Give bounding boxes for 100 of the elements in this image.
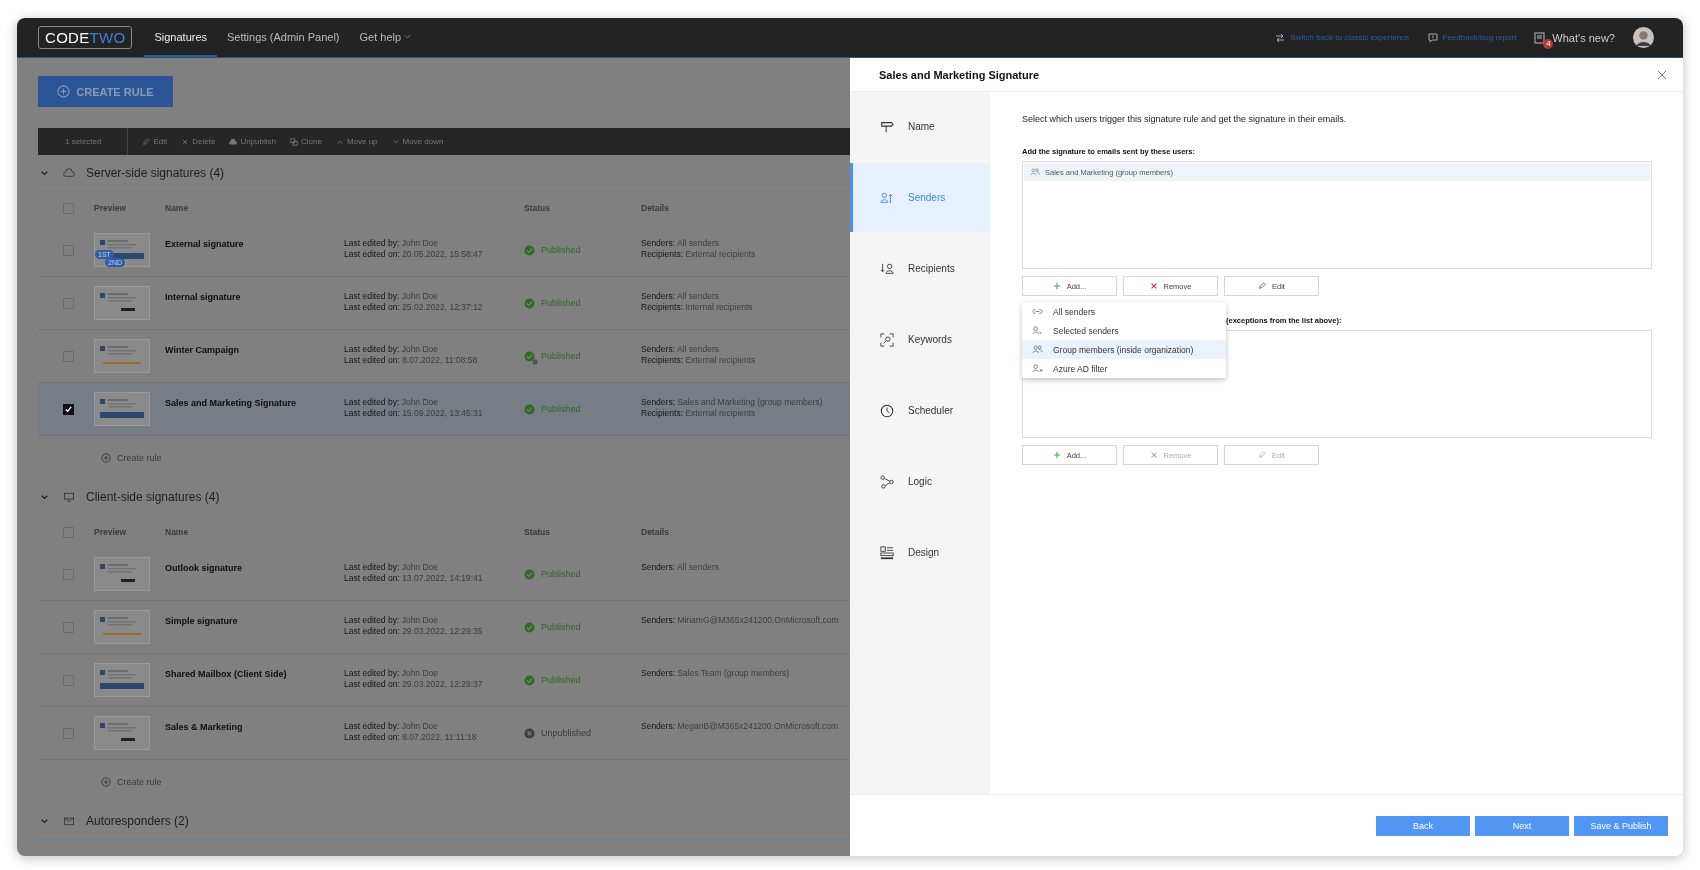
table-row[interactable]: Sales and Marketing Signature Last edited by: John Doe Last edited on: 15.09.2022, 13:45:31 Published Senders: Sales and Marketing (group members) Recipients: External recipients xyxy=(38,383,850,436)
feedback-icon xyxy=(1427,32,1438,43)
chevron-down-icon xyxy=(404,34,412,39)
footer-button[interactable]: Next xyxy=(1475,815,1569,836)
check-circle-icon xyxy=(524,297,535,309)
detail-text: Recipients: Internal recipients xyxy=(641,302,754,313)
status-text: Published xyxy=(541,298,581,308)
edited-by: Last edited by: John Doe xyxy=(344,562,440,573)
plus-circle-icon xyxy=(101,452,111,463)
column-header: Details xyxy=(641,527,670,537)
step-tab[interactable]: Senders xyxy=(850,163,990,232)
chevron-down-icon[interactable] xyxy=(40,816,49,826)
edited-on: Last edited on: 25.02.2022, 12:37:12 xyxy=(344,302,484,313)
user-icon xyxy=(1032,326,1043,335)
checkbox[interactable] xyxy=(62,403,74,415)
edited-on: Last edited on: 8.07.2022, 11:11:18 xyxy=(344,732,478,743)
group-icon xyxy=(1032,345,1043,354)
close-icon[interactable] xyxy=(1657,69,1667,80)
footer-button[interactable]: Back xyxy=(1376,815,1470,836)
edited-on: Last edited on: 13.07.2022, 14:19:41 xyxy=(344,573,484,584)
keyword-icon xyxy=(880,332,894,347)
cross-circle-icon xyxy=(524,727,535,739)
check-circle-icon xyxy=(524,568,535,580)
edited-by: Last edited by: John Doe xyxy=(344,721,440,732)
toolbar-button[interactable]: Move up xyxy=(335,137,378,146)
status-text: Unpublished xyxy=(541,728,592,738)
status-text: Published xyxy=(541,675,581,685)
rule-name: Outlook signature xyxy=(165,563,243,573)
link-icon xyxy=(1032,307,1043,316)
logo-text: TWO xyxy=(89,29,126,46)
pencil-icon xyxy=(142,137,151,146)
signpost-icon xyxy=(880,119,894,134)
chevron-down-icon[interactable] xyxy=(40,492,49,502)
check-circle-icon xyxy=(524,350,535,362)
rule-name: Simple signature xyxy=(165,616,239,626)
edited-by: Last edited by: John Doe xyxy=(344,291,440,302)
chevron-down-icon xyxy=(391,137,400,146)
status-text: Published xyxy=(541,245,581,255)
logo-text: CODE xyxy=(45,29,90,46)
check-circle-icon xyxy=(524,244,535,256)
create-rule-link[interactable]: Create rule xyxy=(117,776,162,787)
rule-name: External signature xyxy=(165,239,245,249)
menu-item[interactable]: Azure AD filter xyxy=(1022,359,1226,378)
instruction-text: Select which users trigger this signature rule and get the signature in their emails. xyxy=(1022,114,1348,124)
avatar[interactable] xyxy=(1633,27,1654,48)
detail-text: Senders: Sales Team (group members) xyxy=(641,668,791,679)
column-header: Preview xyxy=(94,203,128,213)
rule-name: Sales & Marketing xyxy=(165,722,244,732)
status-text: Published xyxy=(541,622,581,632)
column-header: Status xyxy=(524,527,551,537)
edited-by: Last edited by: John Doe xyxy=(344,397,440,408)
section-title: Client-side signatures (4) xyxy=(86,490,220,504)
create-rule-link[interactable]: Create rule xyxy=(117,452,162,463)
close-icon xyxy=(181,137,190,146)
check-circle-icon xyxy=(524,621,535,633)
detail-text: Senders: MeganB@M365x241200.OnMicrosoft.com xyxy=(641,721,840,732)
detail-text: Recipients: External recipients xyxy=(641,408,757,419)
group-icon xyxy=(1030,168,1040,176)
detail-text: Senders: Sales and Marketing (group members) xyxy=(641,397,824,408)
copy-icon xyxy=(289,137,298,146)
edited-on: Last edited on: 29.03.2022, 12:29:37 xyxy=(344,679,484,690)
menu-item[interactable]: All senders xyxy=(1022,302,1226,321)
rule-name: Sales and Marketing Signature xyxy=(165,398,298,408)
toolbar-button[interactable]: Edit xyxy=(142,137,168,146)
menu-item[interactable]: Group members (inside organization) xyxy=(1022,340,1226,359)
plus-icon xyxy=(1052,451,1061,459)
section-title: Server-side signatures (4) xyxy=(86,166,225,180)
create-rule-button[interactable]: CREATE RULE xyxy=(38,76,173,107)
pencil-icon xyxy=(1258,451,1267,459)
toolbar-button[interactable]: Clone xyxy=(289,137,322,146)
cloud-icon xyxy=(229,137,238,146)
layout-icon xyxy=(880,545,894,560)
toolbar-button[interactable]: Move down xyxy=(391,137,444,146)
rule-name: Shared Mailbox (Client Side) xyxy=(165,669,288,679)
edited-on: Last edited on: 15.09.2022, 13:45:31 xyxy=(344,408,484,419)
check-circle-icon xyxy=(524,403,535,415)
plus-circle-icon xyxy=(101,776,111,787)
plus-icon xyxy=(1052,282,1061,290)
whats-new-link[interactable]: What's new? xyxy=(1552,31,1615,44)
close-icon xyxy=(1149,282,1158,290)
edited-by: Last edited by: John Doe xyxy=(344,668,440,679)
detail-text: Recipients: External recipients xyxy=(641,249,757,260)
column-header: Preview xyxy=(94,527,128,537)
nav-tab[interactable]: Settings (Admin Panel) xyxy=(217,18,350,57)
chevron-down-icon[interactable] xyxy=(40,168,49,178)
edited-by: Last edited by: John Doe xyxy=(344,344,440,355)
nav-tab[interactable]: Get help xyxy=(349,18,422,57)
menu-item[interactable]: Selected senders xyxy=(1022,321,1226,340)
detail-text: Senders: MiriamG@M365x241200.OnMicrosoft.com xyxy=(641,615,840,626)
footer-button[interactable]: Save & Publish xyxy=(1574,815,1668,836)
envelope-icon xyxy=(63,816,75,826)
status-text: Published xyxy=(541,569,581,579)
toolbar-button[interactable]: Unpublish xyxy=(229,137,276,146)
status-text: Published xyxy=(541,404,581,414)
user-filter-icon xyxy=(1032,364,1043,373)
selection-count: 1 selected xyxy=(38,128,129,155)
column-header: Details xyxy=(641,203,670,213)
pencil-icon xyxy=(1258,282,1267,290)
sender-icon xyxy=(880,190,894,205)
toolbar-button[interactable]: Delete xyxy=(181,137,216,146)
